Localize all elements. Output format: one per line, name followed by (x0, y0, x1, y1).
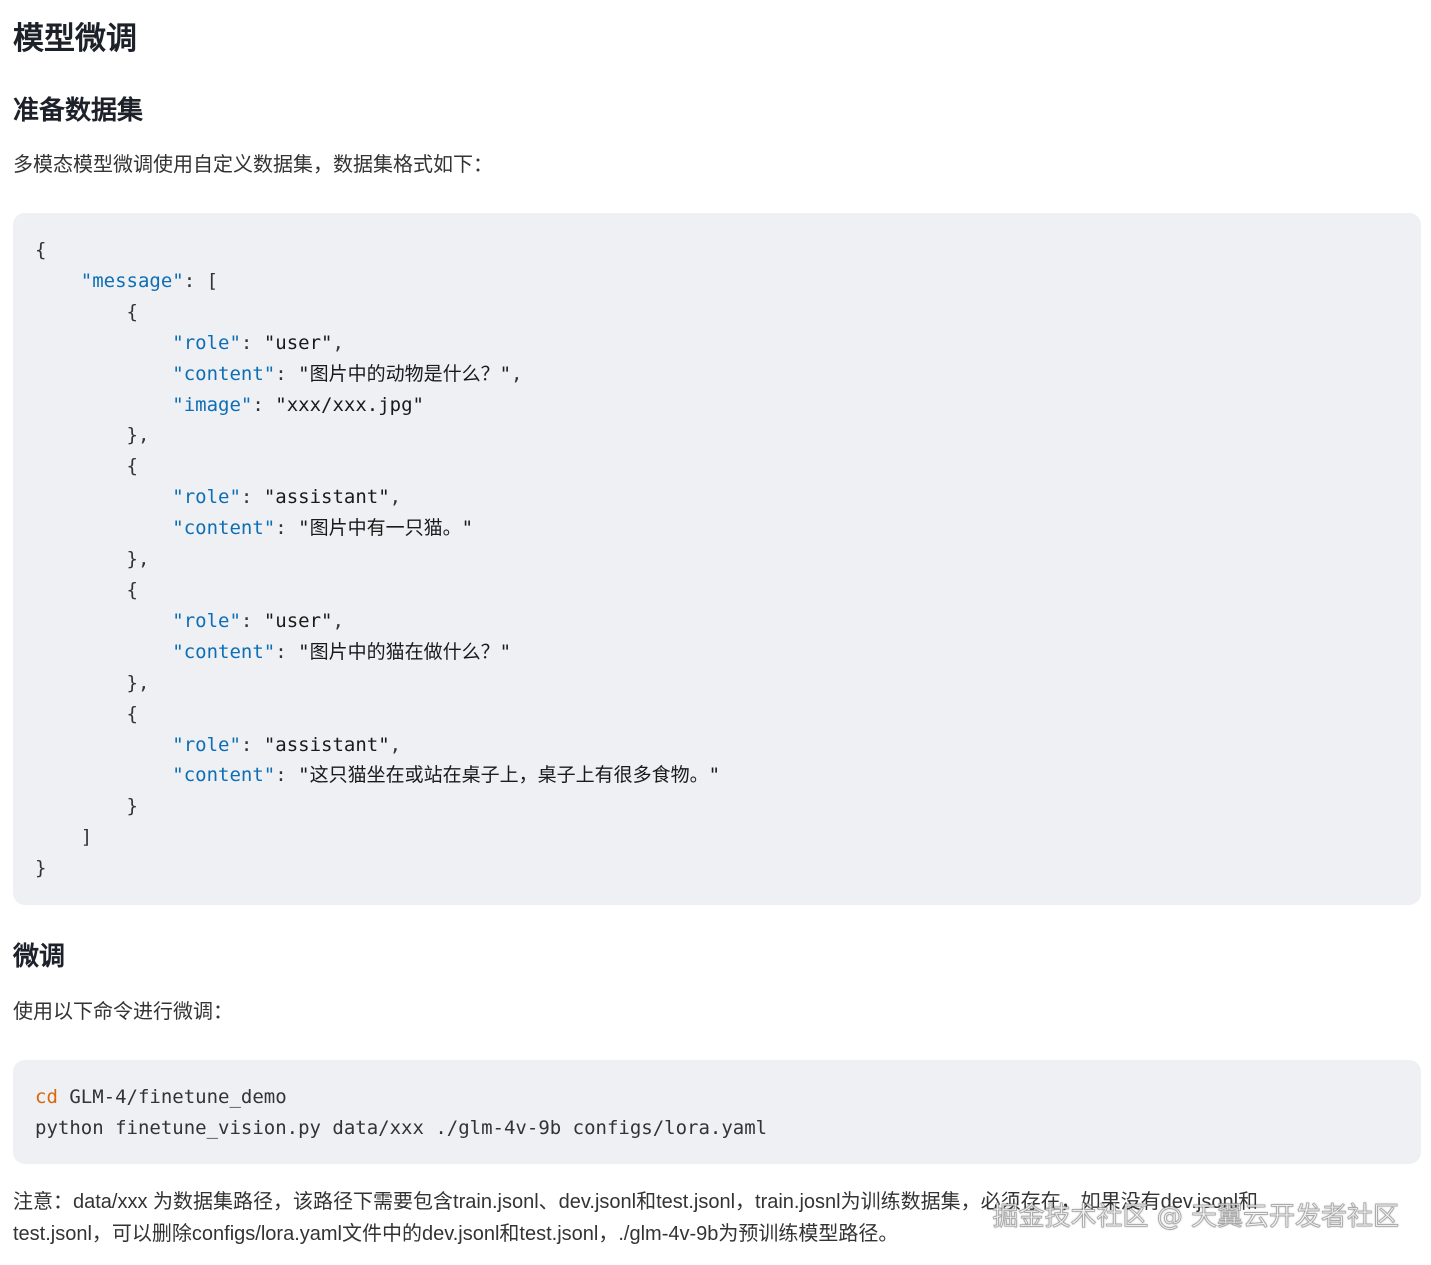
finetune-command-code: cd GLM-4/finetune_demo python finetune_v… (35, 1082, 1399, 1144)
code-token-key: "content" (172, 517, 276, 540)
code-token-punc: }, (35, 548, 150, 571)
code-token-punc: }, (35, 671, 150, 694)
code-token-punc (35, 764, 172, 786)
code-token-key: "role" (172, 486, 241, 509)
code-token-str: "user" (263, 331, 333, 354)
code-token-punc: : (275, 640, 299, 663)
code-token-key: "role" (172, 609, 241, 632)
code-token-str: "assistant" (263, 486, 390, 509)
code-token-punc: { (35, 239, 47, 261)
code-line: "role": "assistant", (35, 486, 401, 508)
command-line: cd GLM-4/finetune_demo (35, 1086, 287, 1108)
code-token-cmd: cd (35, 1086, 58, 1108)
code-token-key: "content" (172, 764, 276, 787)
code-line: { (35, 579, 138, 601)
code-token-key: "message" (80, 269, 184, 292)
dataset-json-code: { "message": [ { "role": "user", "conten… (35, 235, 1399, 884)
code-token-key: "image" (172, 393, 253, 416)
code-token-punc: : (275, 764, 299, 787)
code-line: }, (35, 424, 150, 447)
code-token-key: "role" (172, 331, 241, 354)
code-line: }, (35, 548, 150, 571)
dataset-json-code-block[interactable]: { "message": [ { "role": "user", "conten… (13, 213, 1421, 905)
code-line: "content": "图片中的猫在做什么？" (35, 641, 511, 663)
code-token-punc: : (240, 733, 264, 756)
section-heading-finetune: 微调 (13, 941, 66, 971)
code-token-punc: : (240, 331, 264, 354)
code-token-key: "content" (172, 362, 276, 385)
code-line: { (35, 455, 138, 477)
code-line: "role": "user", (35, 332, 344, 354)
code-token-punc: : (275, 362, 299, 385)
code-token-punc (35, 394, 172, 416)
code-token-punc (35, 610, 172, 632)
code-token-str: "图片中有一只猫。" (298, 517, 474, 540)
note-text-line-2: test.jsonl，可以删除configs/lora.yaml文件中的dev.… (13, 1223, 899, 1245)
code-line: } (35, 795, 138, 817)
code-token-str: "xxx/xxx.jpg" (275, 393, 424, 416)
code-line: } (35, 857, 46, 879)
finetune-command-code-block[interactable]: cd GLM-4/finetune_demo python finetune_v… (13, 1060, 1421, 1164)
code-token-punc: : (240, 609, 264, 632)
code-token-punc: } (35, 857, 47, 880)
code-token-punc: python finetune_vision.py data/xxx ./glm… (35, 1116, 768, 1139)
code-line: "role": "user", (35, 610, 344, 632)
code-line: "image": "xxx/xxx.jpg" (35, 394, 424, 416)
code-line: "role": "assistant", (35, 734, 401, 756)
code-token-punc: : (252, 393, 276, 416)
code-token-punc: { (35, 578, 138, 601)
code-token-punc: : [ (183, 269, 219, 292)
code-token-punc: : (240, 486, 264, 509)
code-token-key: "role" (172, 733, 241, 756)
code-token-str: "assistant" (263, 733, 390, 756)
code-token-punc: }, (35, 424, 150, 447)
code-token-punc: : (275, 517, 299, 540)
code-token-key: "content" (172, 640, 276, 663)
code-token-punc: , (389, 486, 402, 509)
finetune-intro-text: 使用以下命令进行微调： (13, 1001, 233, 1023)
code-line: "content": "图片中的动物是什么？", (35, 363, 522, 385)
code-token-str: "user" (263, 609, 333, 632)
code-token-punc (35, 270, 81, 292)
code-token-punc: { (35, 455, 138, 478)
code-line: "content": "这只猫坐在或站在桌子上，桌子上有很多食物。" (35, 764, 720, 786)
command-line: python finetune_vision.py data/xxx ./glm… (35, 1117, 767, 1139)
code-line: }, (35, 671, 150, 694)
code-token-punc (35, 734, 172, 756)
section-heading-dataset: 准备数据集 (13, 95, 144, 125)
code-token-punc (35, 517, 172, 539)
page-title: 模型微调 (13, 21, 137, 56)
code-token-str: "图片中的动物是什么？" (298, 362, 512, 385)
code-line: { (35, 703, 138, 725)
code-token-punc: ] (35, 826, 93, 849)
code-line: ] (35, 826, 92, 848)
code-line: "message": [ (35, 270, 218, 292)
code-line: { (35, 301, 138, 323)
code-token-punc: , (389, 733, 402, 756)
code-line: "content": "图片中有一只猫。" (35, 517, 473, 539)
code-token-punc: { (35, 300, 138, 323)
code-token-punc: , (332, 609, 344, 632)
code-token-punc: , (332, 331, 344, 354)
code-token-str: "这只猫坐在或站在桌子上，桌子上有很多食物。" (298, 764, 721, 787)
dataset-intro-text: 多模态模型微调使用自定义数据集，数据集格式如下： (13, 154, 493, 176)
code-token-punc: , (511, 362, 523, 385)
watermark: 掘金技术社区 @ 天翼云开发者社区 (992, 1202, 1400, 1233)
code-token-punc: { (35, 702, 138, 725)
code-token-str: "图片中的猫在做什么？" (298, 640, 512, 663)
code-token-punc: GLM-4/finetune_demo (57, 1086, 287, 1108)
code-token-punc (35, 486, 172, 508)
code-token-punc (35, 332, 172, 354)
code-token-punc (35, 363, 172, 385)
code-line: { (35, 239, 46, 261)
code-token-punc: } (35, 795, 138, 818)
code-token-punc (35, 641, 172, 663)
